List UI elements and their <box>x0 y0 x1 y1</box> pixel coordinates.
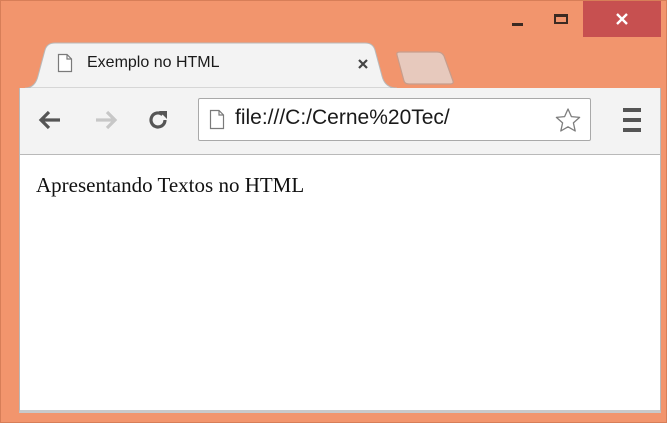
address-bar[interactable]: file:///C:/Cerne%20Tec/ <box>198 98 591 141</box>
browser-window: Exemplo no HTML file:///C:/Cerne%20Tec/ … <box>0 0 667 423</box>
minimize-button[interactable] <box>495 1 539 37</box>
close-window-icon <box>616 13 628 25</box>
maximize-icon <box>554 14 568 24</box>
page-content: Apresentando Textos no HTML <box>19 154 661 413</box>
back-arrow-icon <box>38 110 60 130</box>
page-icon <box>209 109 225 130</box>
minimize-icon <box>511 22 523 26</box>
page-icon <box>57 53 73 73</box>
url-text[interactable]: file:///C:/Cerne%20Tec/ <box>235 106 450 130</box>
maximize-button[interactable] <box>539 1 583 37</box>
new-tab-button[interactable] <box>393 51 455 85</box>
forward-arrow-icon <box>96 110 118 130</box>
browser-toolbar: file:///C:/Cerne%20Tec/ <box>19 88 661 154</box>
close-window-button[interactable] <box>583 1 661 37</box>
menu-button[interactable] <box>620 108 644 132</box>
forward-button[interactable] <box>90 104 122 136</box>
reload-icon <box>149 111 167 129</box>
close-icon <box>358 59 368 69</box>
back-button[interactable] <box>34 104 66 136</box>
tab-close-button[interactable] <box>353 54 373 74</box>
hamburger-menu-icon <box>623 108 641 112</box>
bookmark-star-icon[interactable] <box>554 107 582 133</box>
tab-exemplo-no-html[interactable]: Exemplo no HTML <box>25 42 397 88</box>
reload-button[interactable] <box>142 104 174 136</box>
tab-title: Exemplo no HTML <box>87 54 220 71</box>
page-text: Apresentando Textos no HTML <box>36 173 305 197</box>
